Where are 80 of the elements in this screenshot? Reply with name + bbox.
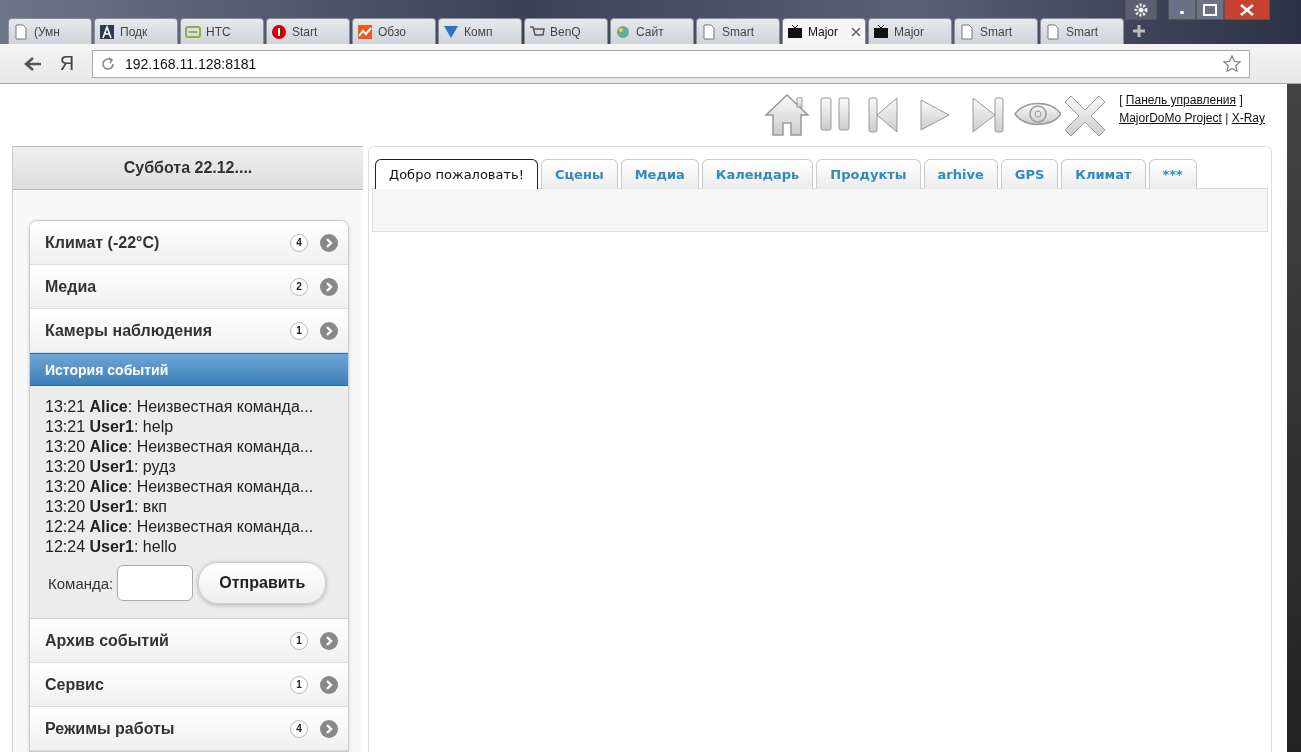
back-icon[interactable] bbox=[24, 55, 42, 72]
chevron-icon bbox=[320, 719, 338, 738]
chevron-icon bbox=[320, 277, 338, 296]
browser-tab[interactable]: Major bbox=[868, 18, 952, 44]
chevron-icon bbox=[320, 321, 338, 340]
browser-tab[interactable]: Подк bbox=[94, 18, 178, 44]
chevron-icon bbox=[320, 233, 338, 252]
reload-icon[interactable] bbox=[101, 56, 115, 71]
logo-icon bbox=[615, 23, 631, 40]
settings-button[interactable] bbox=[1125, 0, 1157, 20]
command-field[interactable] bbox=[117, 565, 194, 601]
logo-icon bbox=[271, 23, 287, 40]
content-tab[interactable]: Добро пожаловать! bbox=[375, 159, 538, 189]
menu-item[interactable]: Камеры наблюдения 1 bbox=[30, 309, 348, 353]
settings-icon bbox=[1134, 2, 1148, 17]
project-link[interactable]: X-Ray bbox=[1231, 111, 1265, 125]
menu-item[interactable]: Климат (-22°C) 4 bbox=[30, 221, 348, 265]
count-badge: 4 bbox=[290, 719, 308, 738]
bracket-text: [ bbox=[1119, 93, 1123, 107]
tv-icon bbox=[873, 23, 889, 40]
count-badge: 1 bbox=[290, 631, 308, 650]
page-icon bbox=[701, 23, 717, 40]
menu-item[interactable]: Архив событий 1 bbox=[30, 619, 348, 663]
send-button[interactable]: Отправить bbox=[198, 562, 327, 604]
section-header: История событий bbox=[30, 353, 348, 386]
separator-text: | bbox=[1225, 111, 1229, 125]
tv-icon bbox=[787, 23, 803, 40]
page-icon bbox=[13, 23, 29, 40]
count-badge: 4 bbox=[290, 233, 308, 252]
maximize-button[interactable] bbox=[1196, 0, 1224, 20]
event-entry: 13:21 Alice: Неизвестная команда... bbox=[45, 397, 315, 417]
home-icon[interactable] bbox=[763, 92, 812, 138]
count-badge: 1 bbox=[290, 321, 308, 340]
menu-item[interactable]: Режимы работы 4 bbox=[30, 707, 348, 751]
event-entry: 12:24 User1: hello bbox=[45, 537, 178, 557]
bracket-text: ] bbox=[1239, 93, 1243, 107]
field-label: Команда: bbox=[48, 574, 114, 592]
browser-tab[interactable]: Комп bbox=[438, 18, 522, 44]
chevron-icon bbox=[320, 675, 338, 694]
close-icon[interactable] bbox=[851, 26, 861, 37]
event-entry: 13:20 User1: рудз bbox=[45, 457, 177, 477]
close-icon bbox=[1240, 3, 1254, 16]
browser-tab[interactable]: Сайт bbox=[610, 18, 694, 44]
address-field[interactable]: 192.168.11.128:8181 bbox=[92, 49, 1250, 78]
chart-icon bbox=[357, 23, 373, 40]
content-tab[interactable]: GPS bbox=[1000, 159, 1059, 189]
star-icon[interactable] bbox=[1223, 54, 1241, 73]
event-entry: 12:24 Alice: Неизвестная команда... bbox=[45, 517, 315, 537]
logo-icon bbox=[185, 23, 201, 40]
event-entry: 13:21 User1: help bbox=[45, 417, 175, 437]
chevron-icon bbox=[320, 631, 338, 650]
maximize-icon bbox=[1203, 3, 1217, 16]
home-button[interactable]: Я bbox=[56, 52, 78, 75]
event-entry: 13:20 Alice: Неизвестная команда... bbox=[45, 477, 315, 497]
browser-tab[interactable]: Обзо bbox=[352, 18, 436, 44]
project-link[interactable]: MajorDoMo Project bbox=[1119, 111, 1222, 125]
browser-tab[interactable]: Major bbox=[782, 18, 866, 44]
close-button[interactable] bbox=[1224, 0, 1270, 20]
browser-tab[interactable]: (Умн bbox=[8, 18, 92, 44]
date-header: Суббота 22.12.... bbox=[13, 146, 363, 190]
letter-icon bbox=[99, 23, 115, 40]
browser-tab[interactable]: Start bbox=[266, 18, 350, 44]
minimize-button[interactable] bbox=[1168, 0, 1196, 20]
event-entry: 13:20 Alice: Неизвестная команда... bbox=[45, 437, 315, 457]
new-tab-icon[interactable] bbox=[1132, 24, 1146, 38]
browser-tab[interactable]: HTC bbox=[180, 18, 264, 44]
page-icon bbox=[959, 23, 975, 40]
menu-item[interactable]: Сервис 1 bbox=[30, 663, 348, 707]
count-badge: 1 bbox=[290, 675, 308, 694]
browser-tab[interactable]: Smart bbox=[1040, 18, 1124, 44]
logo-icon bbox=[443, 23, 459, 40]
count-badge: 2 bbox=[290, 277, 308, 296]
content-tab[interactable]: *** bbox=[1148, 159, 1197, 189]
menu-item[interactable]: Медиа 2 bbox=[30, 265, 348, 309]
browser-tab[interactable]: BenQ bbox=[524, 18, 608, 44]
page-icon bbox=[1045, 23, 1061, 40]
browser-tab[interactable]: Smart bbox=[696, 18, 780, 44]
event-entry: 13:20 User1: вкп bbox=[45, 497, 169, 517]
control-panel-link[interactable]: Панель управления bbox=[1125, 93, 1237, 107]
browser-tab[interactable]: Smart bbox=[954, 18, 1038, 44]
